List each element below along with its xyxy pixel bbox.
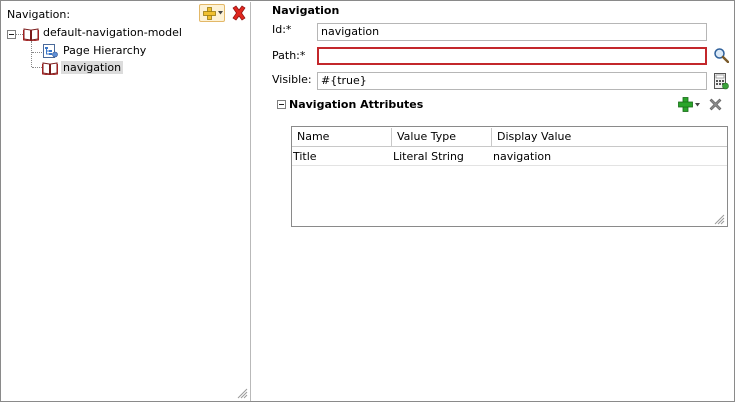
add-attribute-button[interactable] [678,97,693,112]
tree-root-label[interactable]: default-navigation-model [43,26,182,39]
column-header-name[interactable]: Name [292,128,392,146]
expression-builder-icon[interactable] [713,73,729,90]
path-input[interactable] [317,47,707,65]
collapse-attributes-toggle[interactable] [277,100,286,109]
chevron-down-icon[interactable] [695,103,700,107]
id-label: Id:* [272,23,292,36]
tree-connector [31,41,32,67]
resize-grip-icon[interactable] [237,388,248,399]
search-icon[interactable] [713,47,729,63]
path-label: Path:* [272,49,306,62]
cell-value-type[interactable]: Literal String [392,148,464,165]
tree-item-navigation[interactable]: navigation [61,61,124,74]
chevron-down-icon [218,11,223,15]
attributes-table: Name Value Type Display Value Title Lite… [291,126,728,227]
cell-display-value[interactable]: navigation [492,148,551,165]
navigation-properties-panel: Navigation Id:* navigation Path:* Visibl… [251,2,735,401]
collapse-root-toggle[interactable] [7,30,16,39]
row-divider [292,165,727,166]
column-header-display-value[interactable]: Display Value [492,128,727,146]
delete-attribute-button[interactable] [708,97,723,112]
editor-frame: Navigation: default-navigation-model Pag… [0,0,735,402]
navigation-attributes-header: Navigation Attributes [275,97,735,113]
page-hierarchy-icon [43,44,58,58]
id-input[interactable]: navigation [317,23,707,41]
navigation-panel-label: Navigation: [7,8,71,21]
navigation-tree-panel: Navigation: default-navigation-model Pag… [2,2,251,401]
book-icon [42,62,58,75]
header-divider [292,146,727,147]
book-icon [23,28,39,41]
resize-grip-icon[interactable] [714,214,725,225]
add-icon [203,7,216,20]
add-node-button[interactable] [199,4,225,22]
attributes-title: Navigation Attributes [289,98,424,111]
column-header-value-type[interactable]: Value Type [392,128,492,146]
section-title: Navigation [272,4,340,17]
tree-connector [16,34,23,35]
tree-connector [32,67,42,68]
tree-connector [32,52,42,53]
visible-label: Visible: [272,73,312,86]
tree-item-page-hierarchy[interactable]: Page Hierarchy [63,44,146,57]
visible-input[interactable]: #{true} [317,72,707,90]
cell-name[interactable]: Title [292,148,317,165]
delete-node-button[interactable] [231,5,247,21]
